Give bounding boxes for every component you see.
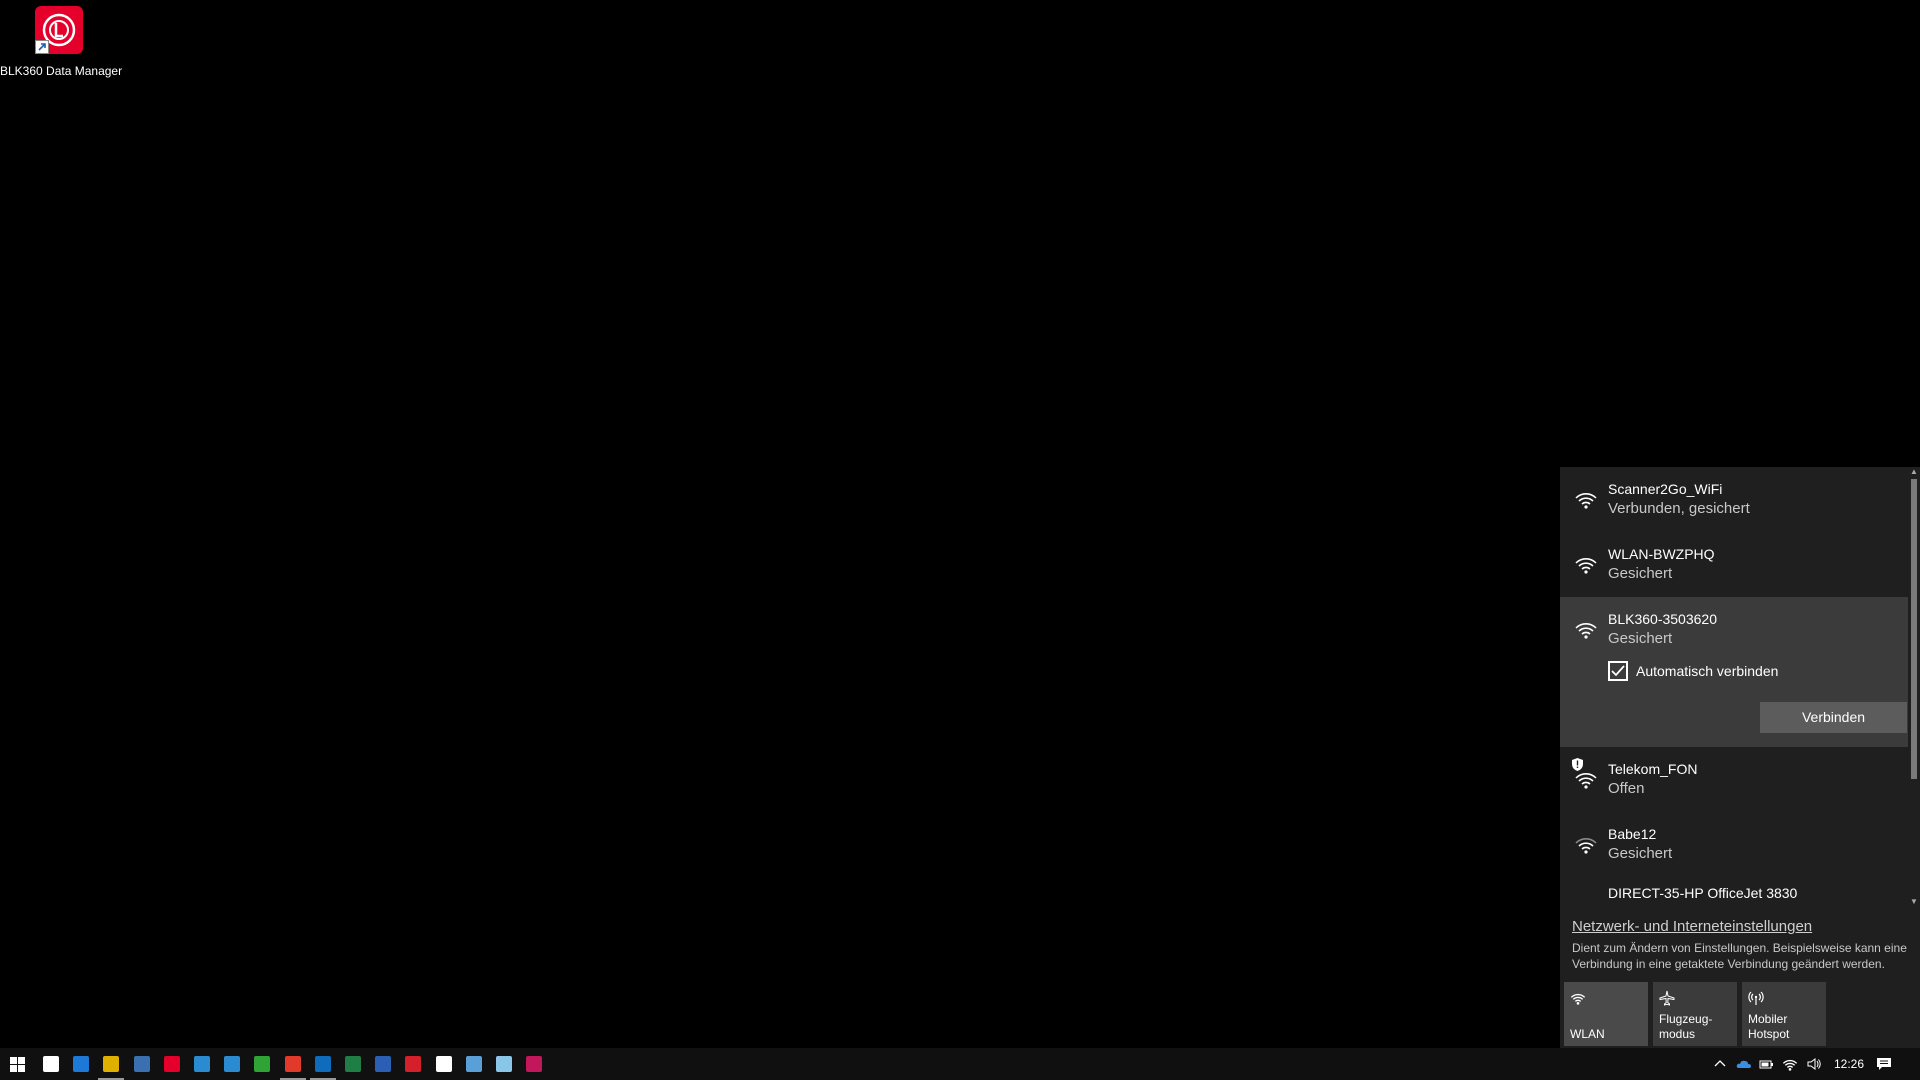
wifi-icon (1575, 623, 1597, 639)
network-item[interactable]: Scanner2Go_WiFi Verbunden, gesichert (1560, 467, 1910, 532)
document-icon (435, 1056, 452, 1072)
taskbar-app-blk360[interactable] (157, 1048, 187, 1080)
wifi-icon (1575, 558, 1597, 574)
desktop-shortcut-blk360[interactable]: BLK360 Data Manager (0, 6, 123, 78)
taskbar-app-chrome[interactable] (96, 1048, 126, 1080)
taskbar-app-notepad[interactable] (489, 1048, 519, 1080)
taskbar-app-app-grid[interactable] (127, 1048, 157, 1080)
taskbar-app-scanner-s-2[interactable] (217, 1048, 247, 1080)
taskbar-app-opera[interactable] (398, 1048, 428, 1080)
tile-label: WLAN (1570, 1027, 1605, 1041)
network-status: Verbunden, gesichert (1608, 500, 1750, 517)
green-c-icon (254, 1056, 271, 1072)
mobile-hotspot-tile[interactable]: Mobiler Hotspot (1742, 982, 1826, 1046)
connect-button[interactable]: Verbinden (1760, 702, 1907, 733)
taskbar-app-word[interactable] (368, 1048, 398, 1080)
blk360-app-icon (35, 6, 83, 54)
network-list: Scanner2Go_WiFi Verbunden, gesichert WLA… (1560, 467, 1920, 907)
network-item[interactable]: DIRECT-35-HP OfficeJet 3830 (1560, 877, 1910, 907)
notepad-icon (496, 1056, 512, 1072)
speaker-icon[interactable] (1806, 1056, 1822, 1072)
app-grid-icon (133, 1056, 150, 1072)
scroll-up-arrow-icon[interactable]: ▲ (1908, 467, 1920, 477)
start-button[interactable] (0, 1048, 36, 1080)
network-flyout: Scanner2Go_WiFi Verbunden, gesichert WLA… (1560, 467, 1920, 1048)
network-settings-link[interactable]: Netzwerk- und Interneteinstellungen (1572, 918, 1812, 935)
wifi-icon (1575, 838, 1597, 854)
hotspot-icon (1748, 991, 1764, 1005)
desktop: BLK360 Data Manager Scanner2Go_WiFi Verb… (0, 0, 1920, 1048)
tile-label: Mobiler Hotspot (1748, 1012, 1790, 1041)
scanner-s-1-icon (194, 1056, 210, 1072)
edge-icon (73, 1056, 90, 1072)
taskbar-app-grid-app[interactable] (519, 1048, 549, 1080)
taskbar-app-paint[interactable] (459, 1048, 489, 1080)
action-center-icon[interactable] (1876, 1056, 1892, 1072)
taskbar-app-task-view[interactable] (36, 1048, 66, 1080)
taskbar-app-green-c[interactable] (247, 1048, 277, 1080)
wifi-icon (1570, 993, 1586, 1005)
wifi-icon (1575, 493, 1597, 509)
network-status: Gesichert (1608, 630, 1673, 647)
clock[interactable]: 12:26 (1834, 1057, 1864, 1071)
excel-icon (345, 1056, 361, 1072)
airplane-icon (1659, 990, 1675, 1006)
network-ssid: Scanner2Go_WiFi (1608, 481, 1723, 497)
chevron-up-icon[interactable] (1712, 1056, 1728, 1072)
paint-icon (465, 1056, 482, 1072)
grid-app-icon (526, 1056, 543, 1072)
desktop-icon-label: BLK360 Data Manager (0, 64, 123, 78)
chrome-icon (103, 1056, 120, 1072)
tile-label: Flugzeug- modus (1659, 1012, 1713, 1041)
taskbar-app-scanner-s-1[interactable] (187, 1048, 217, 1080)
taskbar-app-edge[interactable] (66, 1048, 96, 1080)
shortcut-arrow-icon (35, 40, 49, 54)
network-ssid: Telekom_FON (1608, 761, 1698, 777)
network-settings-description: Dient zum Ändern von Einstellungen. Beis… (1572, 941, 1907, 971)
windows-icon (10, 1057, 25, 1072)
network-ssid: Babe12 (1608, 826, 1657, 842)
taskbar: 12:26 (0, 1048, 1920, 1080)
wifi-icon[interactable] (1782, 1056, 1798, 1072)
opera-icon (405, 1056, 422, 1072)
battery-icon[interactable] (1758, 1056, 1774, 1072)
outlook-icon (314, 1056, 331, 1072)
network-ssid: DIRECT-35-HP OfficeJet 3830 (1608, 885, 1798, 901)
taskbar-app-red-s[interactable] (278, 1048, 308, 1080)
shield-warning-icon (1572, 758, 1583, 771)
word-icon (375, 1056, 392, 1072)
network-status: Offen (1608, 780, 1645, 797)
network-status: Gesichert (1608, 845, 1673, 862)
scrollbar-thumb[interactable] (1911, 479, 1917, 779)
network-ssid: WLAN-BWZPHQ (1608, 546, 1715, 562)
network-item-selected[interactable]: BLK360-3503620 Gesichert Automatisch ver… (1560, 597, 1910, 747)
red-s-icon (284, 1056, 301, 1072)
wlan-toggle-tile[interactable]: WLAN (1564, 982, 1648, 1046)
network-status: Gesichert (1608, 565, 1673, 582)
scanner-s-2-icon (224, 1056, 241, 1072)
scroll-down-arrow-icon[interactable]: ▼ (1908, 897, 1920, 907)
auto-connect-checkbox[interactable] (1608, 661, 1628, 681)
blk360-icon (163, 1056, 180, 1072)
network-item[interactable]: Babe12 Gesichert (1560, 812, 1910, 877)
network-list-scrollbar[interactable]: ▲ ▼ (1908, 467, 1920, 907)
network-item[interactable]: WLAN-BWZPHQ Gesichert (1560, 532, 1910, 597)
checkmark-icon (1611, 665, 1625, 677)
auto-connect-label: Automatisch verbinden (1636, 663, 1779, 679)
airplane-mode-tile[interactable]: Flugzeug- modus (1653, 982, 1737, 1046)
network-item[interactable]: Telekom_FON Offen (1560, 747, 1910, 812)
taskbar-app-outlook[interactable] (308, 1048, 338, 1080)
taskbar-app-excel[interactable] (338, 1048, 368, 1080)
onedrive-cloud-icon[interactable] (1736, 1056, 1752, 1072)
network-ssid: BLK360-3503620 (1608, 611, 1717, 627)
taskbar-app-document[interactable] (429, 1048, 459, 1080)
task-view-icon (43, 1056, 59, 1072)
